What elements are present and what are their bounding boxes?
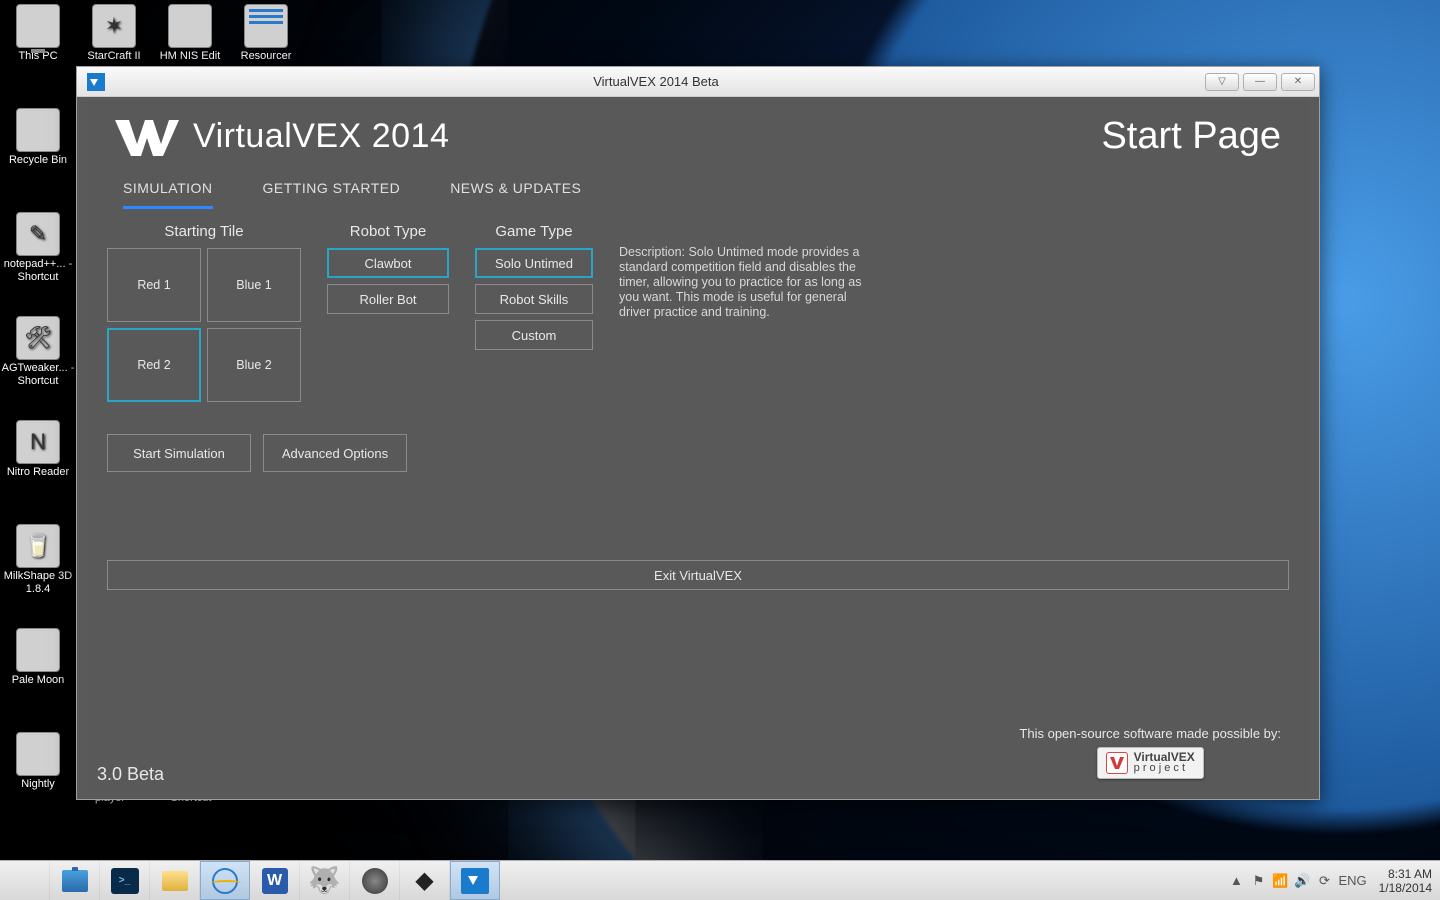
description-box: Description: Solo Untimed mode provides … [619, 223, 863, 320]
advanced-options-button[interactable]: Advanced Options [263, 434, 407, 472]
tray-date: 1/18/2014 [1379, 881, 1432, 895]
file-explorer-icon [62, 870, 88, 892]
start-icon [10, 866, 40, 896]
credit-badge-text: VirtualVEX p r o j e c t [1134, 752, 1195, 774]
start-simulation-button[interactable]: Start Simulation [107, 434, 251, 472]
credit-badge-icon [1106, 752, 1128, 774]
taskbar: >_ W 🐺 ◆ ▲ ⚑ 📶 🔊 ⟳ ENG 8:31 AM 1/18/2014 [0, 860, 1440, 900]
taskbar-word[interactable]: W [250, 861, 300, 900]
tile-blue1[interactable]: Blue 1 [207, 248, 301, 322]
start-button[interactable] [0, 861, 50, 900]
window-minimize-button[interactable]: — [1243, 73, 1277, 91]
taskbar-virtualvex[interactable] [450, 861, 500, 900]
window-controls: ▽ — ✕ [1201, 73, 1315, 91]
window-dropdown-button[interactable]: ▽ [1205, 73, 1239, 91]
tray-clock[interactable]: 8:31 AM 1/18/2014 [1379, 867, 1432, 895]
desktop-icon-resourcer[interactable]: Resourcer [228, 4, 304, 63]
tray-volume-icon[interactable]: 🔊 [1294, 873, 1310, 889]
ie-icon [212, 868, 238, 894]
folder-icon [162, 871, 188, 891]
tile-red1[interactable]: Red 1 [107, 248, 201, 322]
group-starting-tile: Starting Tile Red 1 Blue 1 Red 2 Blue 2 [107, 223, 301, 402]
group-robot-type: Robot Type Clawbot Roller Bot [327, 223, 449, 314]
credit-line: This open-source software made possible … [1019, 726, 1281, 741]
titlebar[interactable]: VirtualVEX 2014 Beta ▽ — ✕ [77, 67, 1319, 97]
virtualvex-icon [461, 868, 489, 894]
system-tray: ▲ ⚑ 📶 🔊 ⟳ ENG 8:31 AM 1/18/2014 [1220, 861, 1440, 900]
tab-simulation[interactable]: SIMULATION [123, 172, 213, 209]
tray-flag-icon[interactable]: ⚑ [1250, 873, 1266, 889]
word-icon: W [262, 868, 288, 894]
tray-up-icon[interactable]: ▲ [1228, 873, 1244, 889]
desktop-icon-recycle-bin[interactable]: Recycle Bin [0, 108, 76, 167]
game-robot-skills[interactable]: Robot Skills [475, 284, 593, 314]
desktop-icon-milkshape[interactable]: 🥛MilkShape 3D 1.8.4 [0, 524, 76, 596]
app-header: VirtualVEX 2014 Start Page [87, 97, 1309, 168]
desktop-icon-starcraft[interactable]: ✶StarCraft II [76, 4, 152, 63]
desktop-icon-notepadpp[interactable]: ✎notepad++... - Shortcut [0, 212, 76, 284]
window-close-button[interactable]: ✕ [1281, 73, 1315, 91]
tray-network-icon[interactable]: 📶 [1272, 873, 1288, 889]
robot-clawbot[interactable]: Clawbot [327, 248, 449, 278]
desktop-icon-this-pc[interactable]: This PC [0, 4, 76, 63]
version-label: 3.0 Beta [97, 764, 164, 785]
taskbar-powershell[interactable]: >_ [100, 861, 150, 900]
robot-roller[interactable]: Roller Bot [327, 284, 449, 314]
game-solo-untimed[interactable]: Solo Untimed [475, 248, 593, 278]
taskbar-ie[interactable] [200, 861, 250, 900]
tray-sync-icon[interactable]: ⟳ [1316, 873, 1332, 889]
game-custom[interactable]: Custom [475, 320, 593, 350]
desktop-icon-agtweaker[interactable]: 🛠AGTweaker... - Shortcut [0, 316, 76, 388]
group-header-robot: Robot Type [327, 223, 449, 240]
app-title: VirtualVEX 2014 [193, 117, 449, 156]
group-game-type: Game Type Solo Untimed Robot Skills Cust… [475, 223, 593, 350]
tile-blue2[interactable]: Blue 2 [207, 328, 301, 402]
desktop-icon-nsis[interactable]: HM NIS Edit [152, 4, 228, 63]
tab-news[interactable]: NEWS & UPDATES [450, 172, 581, 209]
group-header-game: Game Type [475, 223, 593, 240]
powershell-icon: >_ [111, 868, 139, 894]
tray-language[interactable]: ENG [1338, 873, 1366, 889]
simulation-panel: Starting Tile Red 1 Blue 1 Red 2 Blue 2 … [87, 209, 1309, 590]
window-title: VirtualVEX 2014 Beta [111, 74, 1201, 89]
credit-badge[interactable]: VirtualVEX p r o j e c t [1097, 747, 1204, 779]
taskbar-folder[interactable] [150, 861, 200, 900]
logo-icon [115, 116, 179, 158]
taskbar-gimp[interactable]: 🐺 [300, 861, 350, 900]
taskbar-file-explorer[interactable] [50, 861, 100, 900]
group-header-tile: Starting Tile [107, 223, 301, 240]
desktop-icon-nightly[interactable]: Nightly [0, 732, 76, 791]
tabs: SIMULATION GETTING STARTED NEWS & UPDATE… [87, 168, 1309, 209]
page-title: Start Page [1101, 115, 1281, 158]
app-icon [87, 73, 105, 91]
app-window: VirtualVEX 2014 Beta ▽ — ✕ VirtualVEX 20… [76, 66, 1320, 800]
tray-time: 8:31 AM [1379, 867, 1432, 881]
desktop-icon-palemoon[interactable]: Pale Moon [0, 628, 76, 687]
credit-block: This open-source software made possible … [1019, 726, 1281, 779]
game-description: Description: Solo Untimed mode provides … [619, 245, 863, 320]
gimp-icon: 🐺 [311, 867, 339, 895]
action-row: Start Simulation Advanced Options [107, 434, 1289, 472]
tile-red2[interactable]: Red 2 [107, 328, 201, 402]
app-content: VirtualVEX 2014 Start Page SIMULATION GE… [87, 97, 1309, 791]
exit-button[interactable]: Exit VirtualVEX [107, 560, 1289, 590]
unity-icon: ◆ [411, 867, 439, 895]
taskbar-unity[interactable]: ◆ [400, 861, 450, 900]
tab-getting-started[interactable]: GETTING STARTED [263, 172, 401, 209]
app-logo: VirtualVEX 2014 [115, 116, 449, 158]
taskbar-swirl[interactable] [350, 861, 400, 900]
swirl-icon [362, 868, 388, 894]
desktop-icon-nitro[interactable]: NNitro Reader [0, 420, 76, 479]
